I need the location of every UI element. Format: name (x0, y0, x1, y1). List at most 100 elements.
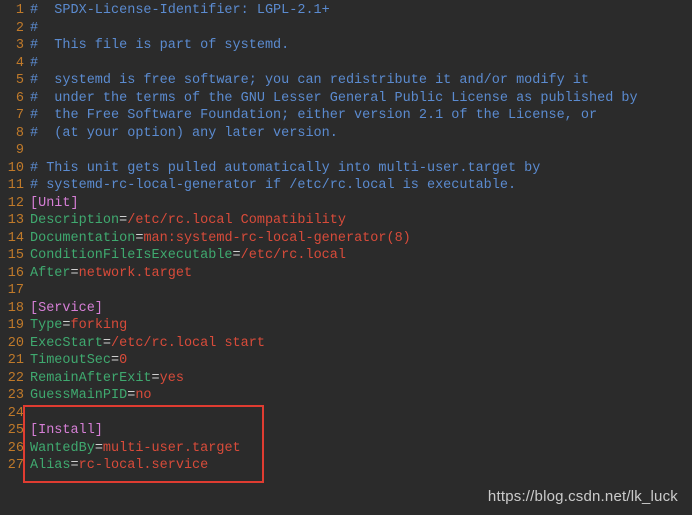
token: # (at your option) any later version. (30, 126, 338, 141)
code-content: TimeoutSec=0 (30, 352, 692, 370)
line-number: 21 (0, 352, 30, 370)
code-line: 11# systemd-rc-local-generator if /etc/r… (0, 177, 692, 195)
code-line: 26WantedBy=multi-user.target (0, 440, 692, 458)
line-number: 8 (0, 125, 30, 143)
code-content: RemainAfterExit=yes (30, 370, 692, 388)
token: = (111, 353, 119, 368)
token: ConditionFileIsExecutable (30, 248, 233, 263)
line-number: 9 (0, 142, 30, 160)
code-line: 17 (0, 282, 692, 300)
token: man:systemd-rc-local-generator(8) (143, 231, 410, 246)
line-number: 14 (0, 230, 30, 248)
token: # This unit gets pulled automatically in… (30, 161, 540, 176)
code-content: [Service] (30, 300, 692, 318)
code-content: # (at your option) any later version. (30, 125, 692, 143)
token: TimeoutSec (30, 353, 111, 368)
token: # the Free Software Foundation; either v… (30, 108, 597, 123)
token: GuessMainPID (30, 388, 127, 403)
line-number: 4 (0, 55, 30, 73)
code-content (30, 282, 692, 300)
token: no (135, 388, 151, 403)
code-line: 14Documentation=man:systemd-rc-local-gen… (0, 230, 692, 248)
line-number: 16 (0, 265, 30, 283)
line-number: 23 (0, 387, 30, 405)
token: = (62, 318, 70, 333)
code-content (30, 142, 692, 160)
token: = (152, 371, 160, 386)
line-number: 24 (0, 405, 30, 423)
code-line: 21TimeoutSec=0 (0, 352, 692, 370)
token: # SPDX-License-Identifier: LGPL-2.1+ (30, 3, 330, 18)
token: multi-user.target (103, 441, 241, 456)
token: /etc/rc.local (241, 248, 346, 263)
code-content: # under the terms of the GNU Lesser Gene… (30, 90, 692, 108)
token: Type (30, 318, 62, 333)
token: /etc/rc.local Compatibility (127, 213, 346, 228)
code-content: WantedBy=multi-user.target (30, 440, 692, 458)
code-line: 18[Service] (0, 300, 692, 318)
line-number: 19 (0, 317, 30, 335)
code-content: Description=/etc/rc.local Compatibility (30, 212, 692, 230)
code-content: # (30, 55, 692, 73)
token: = (71, 458, 79, 473)
token: [Service] (30, 301, 103, 316)
line-number: 12 (0, 195, 30, 213)
code-line: 6# under the terms of the GNU Lesser Gen… (0, 90, 692, 108)
line-number: 17 (0, 282, 30, 300)
token: [Unit] (30, 196, 79, 211)
line-number: 10 (0, 160, 30, 178)
line-number: 20 (0, 335, 30, 353)
line-number: 6 (0, 90, 30, 108)
code-line: 9 (0, 142, 692, 160)
code-line: 23GuessMainPID=no (0, 387, 692, 405)
line-number: 22 (0, 370, 30, 388)
code-content: GuessMainPID=no (30, 387, 692, 405)
code-content: After=network.target (30, 265, 692, 283)
token: Documentation (30, 231, 135, 246)
code-line: 1# SPDX-License-Identifier: LGPL-2.1+ (0, 2, 692, 20)
code-content: # the Free Software Foundation; either v… (30, 107, 692, 125)
line-number: 15 (0, 247, 30, 265)
watermark-text: https://blog.csdn.net/lk_luck (488, 488, 678, 506)
token: RemainAfterExit (30, 371, 152, 386)
code-content: # systemd is free software; you can redi… (30, 72, 692, 90)
line-number: 1 (0, 2, 30, 20)
code-line: 8# (at your option) any later version. (0, 125, 692, 143)
token: [Install] (30, 423, 103, 438)
token: yes (160, 371, 184, 386)
code-editor: 1# SPDX-License-Identifier: LGPL-2.1+2#3… (0, 0, 692, 477)
code-content: ExecStart=/etc/rc.local start (30, 335, 692, 353)
token: = (233, 248, 241, 263)
code-content: # SPDX-License-Identifier: LGPL-2.1+ (30, 2, 692, 20)
code-line: 7# the Free Software Foundation; either … (0, 107, 692, 125)
token: # (30, 21, 38, 36)
token: forking (71, 318, 128, 333)
code-content: Documentation=man:systemd-rc-local-gener… (30, 230, 692, 248)
code-content: ConditionFileIsExecutable=/etc/rc.local (30, 247, 692, 265)
token: After (30, 266, 71, 281)
code-line: 22RemainAfterExit=yes (0, 370, 692, 388)
token: WantedBy (30, 441, 95, 456)
code-content: Alias=rc-local.service (30, 457, 692, 475)
code-line: 19Type=forking (0, 317, 692, 335)
token: = (71, 266, 79, 281)
line-number: 13 (0, 212, 30, 230)
code-line: 3# This file is part of systemd. (0, 37, 692, 55)
token: rc-local.service (79, 458, 209, 473)
code-content (30, 405, 692, 423)
code-line: 4# (0, 55, 692, 73)
token: # This file is part of systemd. (30, 38, 289, 53)
code-line: 16After=network.target (0, 265, 692, 283)
token: Description (30, 213, 119, 228)
code-line: 10# This unit gets pulled automatically … (0, 160, 692, 178)
token: # (30, 56, 38, 71)
token: = (103, 336, 111, 351)
code-line: 15ConditionFileIsExecutable=/etc/rc.loca… (0, 247, 692, 265)
code-line: 25[Install] (0, 422, 692, 440)
token: network.target (79, 266, 192, 281)
line-number: 18 (0, 300, 30, 318)
token: = (95, 441, 103, 456)
code-content: # This unit gets pulled automatically in… (30, 160, 692, 178)
line-number: 25 (0, 422, 30, 440)
token: Alias (30, 458, 71, 473)
